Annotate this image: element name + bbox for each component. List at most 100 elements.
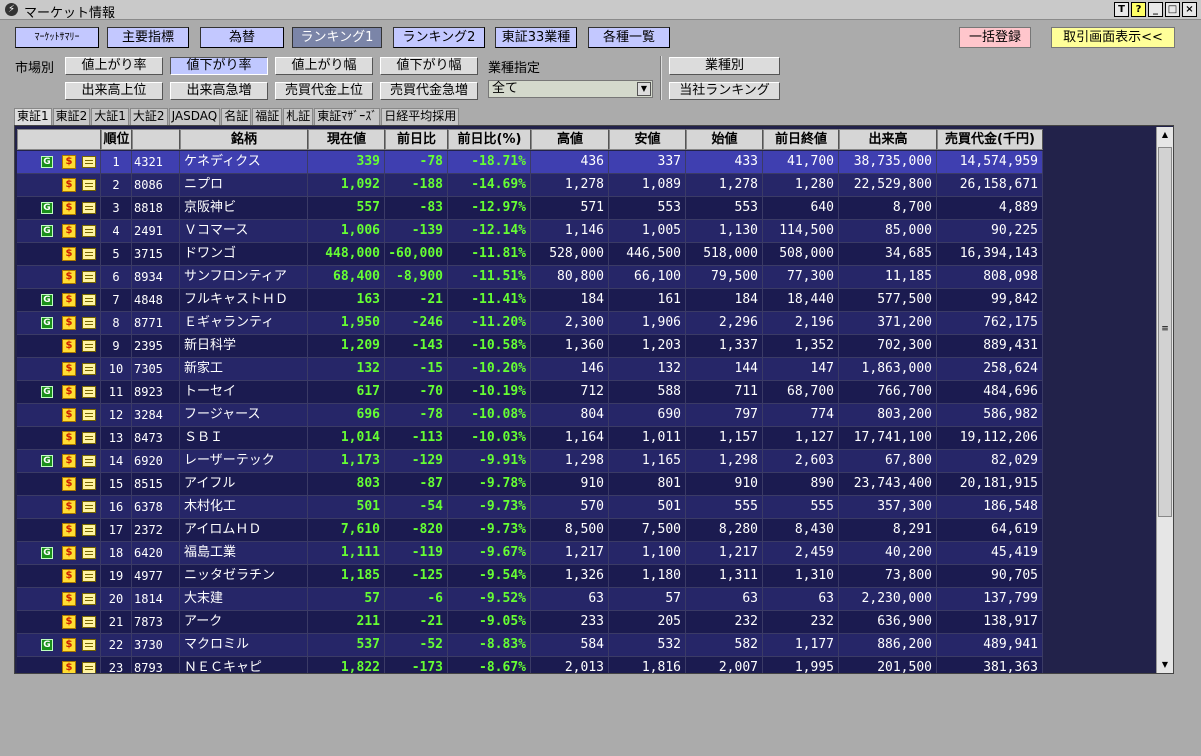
order-icon[interactable]: $ — [62, 224, 76, 238]
order-icon[interactable]: $ — [62, 408, 76, 422]
order-icon[interactable]: $ — [62, 155, 76, 169]
table-row[interactable]: $15 8515 アイフル 803 -87 -9.78% 910 801 910 890 23,74… — [17, 473, 1043, 496]
order-icon[interactable]: $ — [62, 454, 76, 468]
order-icon[interactable]: $ — [62, 569, 76, 583]
table-row[interactable]: $17 2372 アイロムＨＤ 7,610 -820 -9.73% 8,500 7,500 8,… — [17, 519, 1043, 542]
table-row[interactable]: $23 8793 ＮＥＣキャピ 1,822 -173 -8.67% 2,013 1,816 2,… — [17, 657, 1043, 673]
news-icon[interactable] — [82, 432, 96, 444]
col-header-change[interactable]: 前日比 — [385, 129, 448, 150]
news-icon[interactable] — [82, 340, 96, 352]
table-row[interactable]: $16 6378 木村化工 501 -54 -9.73% 570 501 555 555 357,3… — [17, 496, 1043, 519]
g-badge-icon[interactable]: G — [41, 455, 53, 467]
nav-various-lists[interactable]: 各種一覧 — [588, 27, 670, 48]
table-row[interactable]: G $22 3730 マクロミル 537 -52 -8.83% 584 532 582 1,177 8… — [17, 634, 1043, 657]
scroll-thumb[interactable]: ≡ — [1158, 147, 1172, 517]
news-icon[interactable] — [82, 225, 96, 237]
industry-select[interactable]: 全て ▼ — [488, 80, 653, 98]
tab-jasdaq[interactable]: JASDAQ — [168, 108, 221, 125]
order-icon[interactable]: $ — [62, 339, 76, 353]
nav-ranking-1[interactable]: ランキング1 — [292, 27, 382, 48]
news-icon[interactable] — [82, 294, 96, 306]
g-badge-icon[interactable]: G — [41, 156, 53, 168]
tab-tse-mothers[interactable]: 東証ﾏｻﾞｰｽﾞ — [314, 108, 381, 125]
news-icon[interactable] — [82, 156, 96, 168]
table-row[interactable]: $13 8473 ＳＢＩ 1,014 -113 -10.03% 1,164 1,011 1,15… — [17, 427, 1043, 450]
order-icon[interactable]: $ — [62, 477, 76, 491]
nav-market-summary[interactable]: ﾏｰｹｯﾄｻﾏﾘｰ — [15, 27, 99, 48]
filter-loss-amount[interactable]: 値下がり幅 — [380, 57, 478, 75]
scroll-up-icon[interactable]: ▲ — [1158, 128, 1172, 142]
col-header-volume[interactable]: 出来高 — [839, 129, 937, 150]
order-icon[interactable]: $ — [62, 201, 76, 215]
news-icon[interactable] — [82, 547, 96, 559]
order-icon[interactable]: $ — [62, 385, 76, 399]
news-icon[interactable] — [82, 271, 96, 283]
tab-sapporo[interactable]: 札証 — [283, 108, 314, 125]
news-icon[interactable] — [82, 455, 96, 467]
news-icon[interactable] — [82, 248, 96, 260]
order-icon[interactable]: $ — [62, 293, 76, 307]
col-header-low[interactable]: 安値 — [609, 129, 686, 150]
order-icon[interactable]: $ — [62, 178, 76, 192]
scroll-down-icon[interactable]: ▼ — [1158, 658, 1172, 672]
news-icon[interactable] — [82, 570, 96, 582]
table-row[interactable]: $2 8086 ニプロ 1,092 -188 -14.69% 1,278 1,089 1,278… — [17, 174, 1043, 197]
table-row[interactable]: G $18 6420 福島工業 1,111 -119 -9.67% 1,217 1,100 1,2… — [17, 542, 1043, 565]
filter-top-trading-value[interactable]: 売買代金上位 — [275, 82, 373, 100]
filter-gain-rate[interactable]: 値上がり率 — [65, 57, 163, 75]
g-badge-icon[interactable]: G — [41, 639, 53, 651]
news-icon[interactable] — [82, 363, 96, 375]
table-row[interactable]: G $4 2491 Ｖコマース 1,006 -139 -12.14% 1,146 1,005 1,… — [17, 220, 1043, 243]
news-icon[interactable] — [82, 593, 96, 605]
nav-ranking-2[interactable]: ランキング2 — [393, 27, 485, 48]
g-badge-icon[interactable]: G — [41, 202, 53, 214]
filter-trading-value-surge[interactable]: 売買代金急増 — [380, 82, 478, 100]
order-icon[interactable]: $ — [62, 638, 76, 652]
order-icon[interactable]: $ — [62, 546, 76, 560]
table-row[interactable]: G $14 6920 レーザーテック 1,173 -129 -9.91% 1,298 1,165… — [17, 450, 1043, 473]
g-badge-icon[interactable]: G — [41, 225, 53, 237]
order-icon[interactable]: $ — [62, 661, 76, 673]
vertical-scrollbar[interactable]: ▲ ≡ ▼ — [1156, 127, 1173, 673]
tab-ose1[interactable]: 大証1 — [91, 108, 129, 125]
table-row[interactable]: G $8 8771 Ｅギャランティ 1,950 -246 -11.20% 2,300 1,906… — [17, 312, 1043, 335]
table-row[interactable]: G $1 4321 ケネディクス 339 -78 -18.71% 436 337 433 41,70… — [17, 151, 1043, 174]
table-row[interactable]: $5 3715 ドワンゴ 448,000 -60,000 -11.81% 528,000 44… — [17, 243, 1043, 266]
col-header-open[interactable]: 始値 — [686, 129, 763, 150]
nav-major-indices[interactable]: 主要指標 — [107, 27, 189, 48]
our-ranking-button[interactable]: 当社ランキング — [669, 82, 780, 100]
by-industry-button[interactable]: 業種別 — [669, 57, 780, 75]
table-row[interactable]: G $11 8923 トーセイ 617 -70 -10.19% 712 588 711 68,700… — [17, 381, 1043, 404]
news-icon[interactable] — [82, 501, 96, 513]
table-row[interactable]: $21 7873 アーク 211 -21 -9.05% 233 205 232 232 636,90… — [17, 611, 1043, 634]
g-badge-icon[interactable]: G — [41, 547, 53, 559]
tab-nagoya[interactable]: 名証 — [221, 108, 252, 125]
order-icon[interactable]: $ — [62, 362, 76, 376]
filter-loss-rate[interactable]: 値下がり率 — [170, 57, 268, 75]
close-button[interactable]: × — [1182, 2, 1197, 17]
table-row[interactable]: $10 7305 新家工 132 -15 -10.20% 146 132 144 147 1,863… — [17, 358, 1043, 381]
col-header-change-pct[interactable]: 前日比(%) — [448, 129, 531, 150]
news-icon[interactable] — [82, 524, 96, 536]
col-header-high[interactable]: 高値 — [531, 129, 609, 150]
news-icon[interactable] — [82, 409, 96, 421]
table-row[interactable]: G $3 8818 京阪神ビ 557 -83 -12.97% 571 553 553 640 8,70… — [17, 197, 1043, 220]
minimize-button[interactable]: _ — [1148, 2, 1163, 17]
filter-top-volume[interactable]: 出来高上位 — [65, 82, 163, 100]
nav-forex[interactable]: 為替 — [200, 27, 284, 48]
order-icon[interactable]: $ — [62, 247, 76, 261]
table-row[interactable]: $20 1814 大末建 57 -6 -9.52% 63 57 63 63 2,230,000 137… — [17, 588, 1043, 611]
g-badge-icon[interactable]: G — [41, 317, 53, 329]
order-icon[interactable]: $ — [62, 500, 76, 514]
g-badge-icon[interactable]: G — [41, 386, 53, 398]
order-icon[interactable]: $ — [62, 615, 76, 629]
news-icon[interactable] — [82, 662, 96, 673]
show-trade-screen-button[interactable]: 取引画面表示<< — [1051, 27, 1175, 48]
table-row[interactable]: $19 4977 ニッタゼラチン 1,185 -125 -9.54% 1,326 1,180 1… — [17, 565, 1043, 588]
tab-tse2[interactable]: 東証2 — [52, 108, 91, 125]
news-icon[interactable] — [82, 639, 96, 651]
filter-gain-amount[interactable]: 値上がり幅 — [275, 57, 373, 75]
table-row[interactable]: $6 8934 サンフロンティア 68,400 -8,900 -11.51% 80,800 6… — [17, 266, 1043, 289]
news-icon[interactable] — [82, 386, 96, 398]
text-size-button[interactable]: T — [1114, 2, 1129, 17]
